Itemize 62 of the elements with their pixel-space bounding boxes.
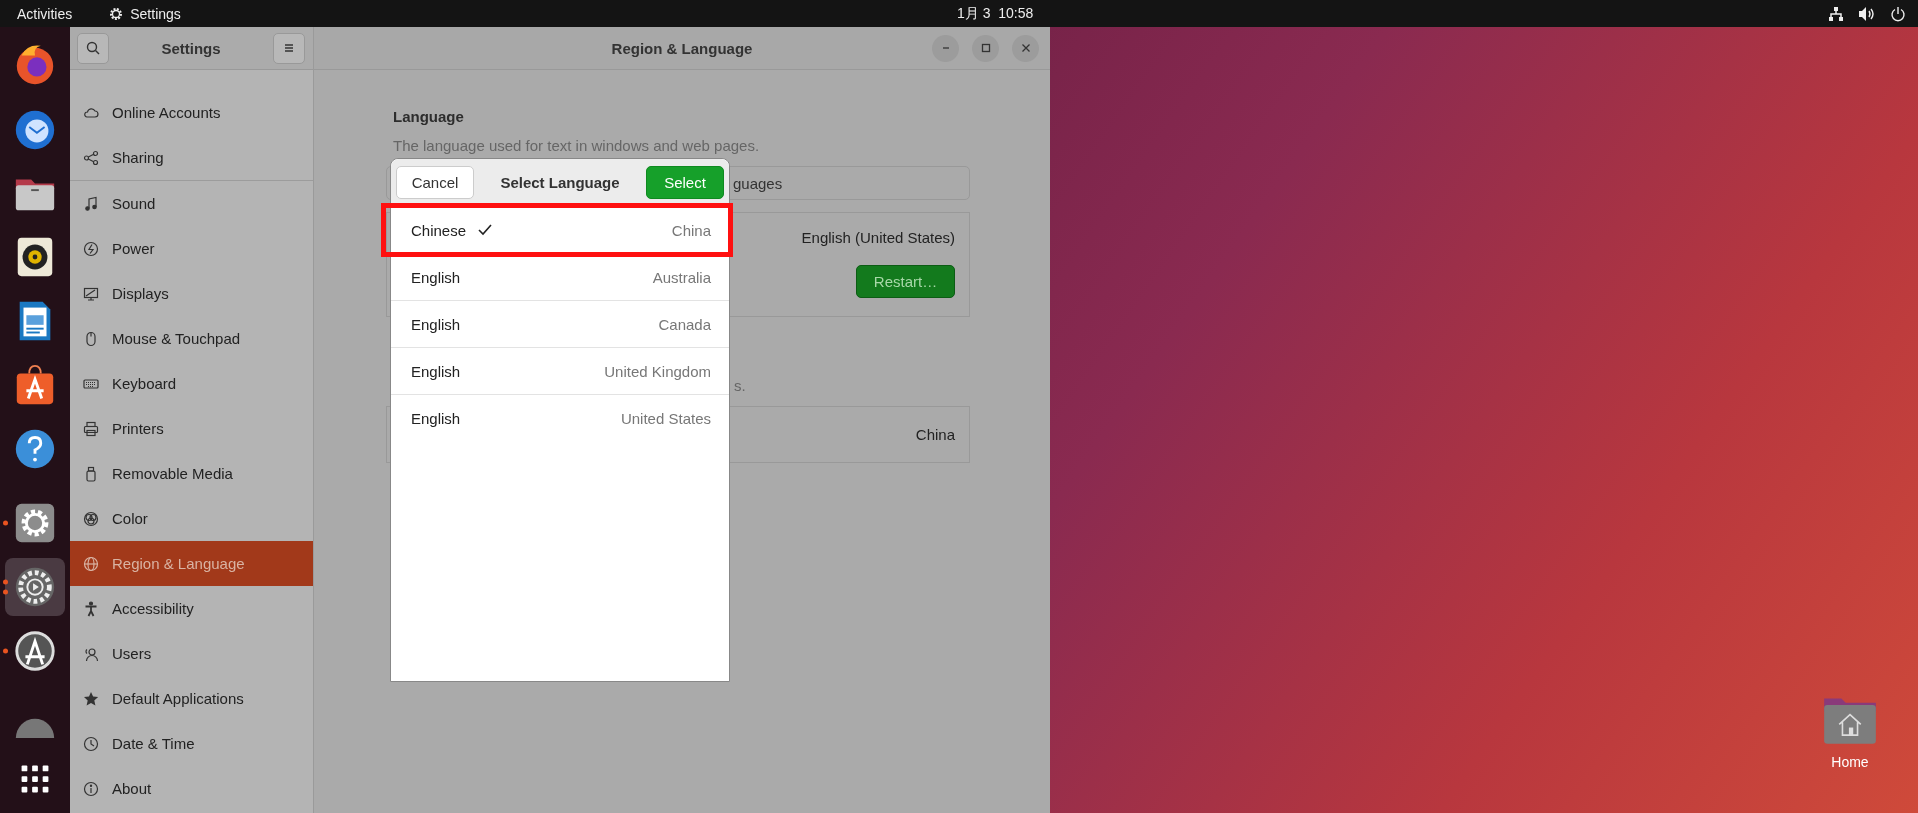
sidebar-item[interactable]: About bbox=[70, 766, 313, 811]
users-icon bbox=[83, 645, 99, 662]
sidebar-item[interactable]: Color bbox=[70, 496, 313, 541]
app-menu[interactable]: Settings bbox=[130, 5, 181, 22]
mouse-icon bbox=[83, 330, 99, 347]
dock-item[interactable] bbox=[5, 558, 65, 616]
window-title: Region & Language bbox=[611, 39, 753, 57]
language-option[interactable]: English United Kingdom bbox=[391, 348, 729, 395]
sidebar-item[interactable]: Keyboard bbox=[70, 361, 313, 406]
sidebar-item[interactable]: Default Applications bbox=[70, 676, 313, 721]
section-description: s. bbox=[734, 377, 746, 394]
cancel-button[interactable]: Cancel bbox=[396, 166, 474, 199]
sidebar-item[interactable]: Accessibility bbox=[70, 586, 313, 631]
home-folder-label[interactable]: Home bbox=[1831, 754, 1869, 770]
monitor-icon bbox=[83, 285, 99, 302]
dialog-title: Select Language bbox=[500, 174, 620, 191]
network-icon[interactable] bbox=[1828, 5, 1844, 22]
info-icon bbox=[83, 780, 99, 797]
update-icon[interactable] bbox=[12, 628, 58, 674]
section-heading: Language bbox=[393, 108, 465, 125]
close-icon bbox=[1020, 43, 1031, 53]
usb-drive-icon bbox=[83, 465, 99, 482]
printer-icon bbox=[83, 420, 99, 437]
power-icon[interactable] bbox=[1890, 5, 1906, 22]
sidebar-item[interactable]: Date & Time bbox=[70, 721, 313, 766]
power-icon bbox=[83, 240, 99, 257]
sidebar-item[interactable]: Region & Language bbox=[70, 541, 313, 586]
sidebar-item[interactable]: Displays bbox=[70, 271, 313, 316]
menu-icon bbox=[282, 41, 296, 55]
language-option[interactable]: English United States bbox=[391, 395, 729, 441]
color-icon bbox=[83, 510, 99, 527]
language-option[interactable]: English Canada bbox=[391, 301, 729, 348]
volume-icon[interactable] bbox=[1858, 5, 1876, 22]
maximize-icon bbox=[980, 43, 991, 53]
sidebar-title: Settings bbox=[161, 39, 221, 57]
search-button[interactable] bbox=[77, 32, 109, 64]
gear-icon bbox=[108, 5, 125, 22]
share-icon bbox=[83, 149, 99, 166]
sidebar-item[interactable]: Online Accounts bbox=[70, 90, 313, 135]
language-option[interactable]: English Australia bbox=[391, 254, 729, 301]
section-description: The language used for text in windows and web pages. bbox=[393, 137, 761, 154]
clock-icon bbox=[83, 735, 99, 752]
maximize-button[interactable] bbox=[972, 34, 999, 62]
check-icon bbox=[478, 224, 493, 236]
clock[interactable]: 1月 3 10:58 bbox=[957, 4, 1034, 23]
sidebar-item[interactable]: Mouse & Touchpad bbox=[70, 316, 313, 361]
accessibility-icon bbox=[83, 600, 99, 617]
search-icon bbox=[86, 41, 100, 55]
star-icon bbox=[83, 690, 99, 707]
music-note-icon bbox=[83, 195, 99, 212]
sidebar-item[interactable]: Sharing bbox=[70, 135, 313, 180]
language-option[interactable]: Chinese China bbox=[391, 207, 729, 254]
minimize-icon bbox=[941, 47, 950, 49]
sidebar-item[interactable]: Removable Media bbox=[70, 451, 313, 496]
sidebar-item[interactable]: Printers bbox=[70, 406, 313, 451]
sidebar-item[interactable]: Users bbox=[70, 631, 313, 676]
globe-icon bbox=[83, 555, 99, 572]
sidebar-item[interactable]: Power bbox=[70, 226, 313, 271]
activities-button[interactable]: Activities bbox=[17, 5, 73, 22]
sidebar-item[interactable]: Sound bbox=[70, 181, 313, 226]
menu-button[interactable] bbox=[273, 32, 305, 64]
current-language: English (United States) bbox=[801, 229, 955, 246]
